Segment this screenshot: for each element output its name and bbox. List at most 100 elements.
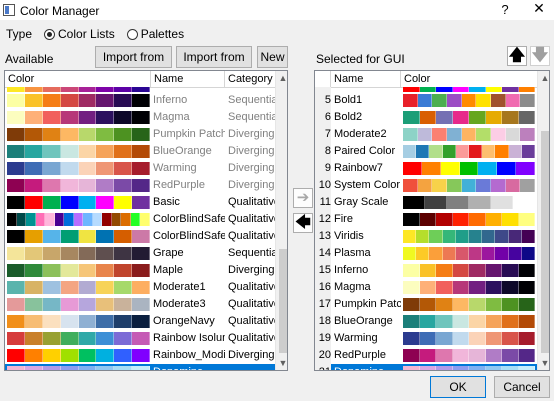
radio-unselected-icon[interactable] bbox=[126, 28, 138, 40]
selected-row[interactable]: 15 Inferno bbox=[315, 262, 537, 279]
color-swatch bbox=[518, 111, 535, 124]
color-swatch-strip bbox=[7, 298, 150, 311]
available-row[interactable]: Moderate3 Qualitative bbox=[5, 296, 275, 313]
color-swatch bbox=[114, 230, 133, 243]
selected-row[interactable]: 11 Gray Scale bbox=[315, 194, 537, 211]
available-row[interactable]: Warming Diverging bbox=[5, 160, 275, 177]
color-swatch bbox=[114, 349, 133, 362]
cancel-button[interactable]: Cancel bbox=[494, 376, 550, 398]
color-swatch bbox=[7, 213, 17, 226]
color-swatch bbox=[96, 264, 115, 277]
new-button[interactable]: New bbox=[257, 46, 288, 68]
column-header-name[interactable]: Name bbox=[151, 71, 225, 88]
selected-row[interactable]: 10System Color List bbox=[315, 177, 537, 194]
radio-color-lists-label[interactable]: Color Lists bbox=[58, 27, 115, 41]
available-row-category: Diverging bbox=[228, 162, 275, 174]
selected-scrollbar[interactable]: ▲ ▼ bbox=[537, 71, 549, 370]
add-to-selected-button[interactable]: ➔ bbox=[293, 188, 313, 208]
color-swatch bbox=[42, 145, 61, 158]
selected-row[interactable]: 12 Fire bbox=[315, 211, 537, 228]
color-swatch bbox=[419, 264, 436, 277]
available-row-name: BlueOrange bbox=[153, 145, 212, 157]
selected-row[interactable]: 19 Warming bbox=[315, 330, 537, 347]
available-list[interactable]: Color Name Category Inferno Sequential Mag… bbox=[4, 70, 288, 371]
radio-palettes-label[interactable]: Palettes bbox=[141, 27, 184, 41]
selected-row[interactable]: 9 Rainbow7 bbox=[315, 160, 537, 177]
scroll-thumb[interactable] bbox=[541, 131, 549, 353]
color-swatch bbox=[78, 145, 97, 158]
selected-row[interactable]: 18 BlueOrange bbox=[315, 313, 537, 330]
selected-row[interactable]: 21Dopamine bbox=[315, 364, 537, 370]
color-swatch bbox=[42, 264, 61, 277]
color-swatch bbox=[505, 179, 521, 192]
selected-row[interactable]: 13 Viridis bbox=[315, 228, 537, 245]
selected-header: Name Color bbox=[315, 71, 537, 88]
close-button[interactable]: ✕ bbox=[527, 0, 551, 18]
column-header-category[interactable]: Category bbox=[225, 71, 276, 88]
selected-row[interactable]: 20 RedPurple bbox=[315, 347, 537, 364]
color-swatch bbox=[78, 332, 97, 345]
available-row[interactable]: BlueOrange Diverging bbox=[5, 143, 275, 160]
help-button[interactable]: ? bbox=[495, 2, 515, 18]
color-swatch bbox=[60, 366, 79, 370]
scroll-down-icon[interactable]: ▼ bbox=[276, 356, 287, 370]
available-row[interactable]: Maple Diverging bbox=[5, 262, 275, 279]
selected-row[interactable]: 7 Moderate2 bbox=[315, 126, 537, 143]
column-header-color[interactable]: Color bbox=[401, 71, 537, 88]
available-row[interactable]: ColorBlindSafe15Qualitative bbox=[5, 211, 275, 228]
remove-from-selected-button[interactable]: 🡄 bbox=[293, 213, 313, 233]
available-row[interactable]: ColorBlindSafe8 Qualitative bbox=[5, 228, 275, 245]
color-swatch bbox=[96, 179, 115, 192]
available-row[interactable]: RedPurple Diverging bbox=[5, 177, 275, 194]
available-row[interactable]: Pumpkin Patch Diverging bbox=[5, 126, 275, 143]
radio-selected-icon[interactable] bbox=[44, 28, 56, 40]
color-swatch bbox=[96, 145, 115, 158]
color-swatch bbox=[7, 349, 25, 362]
color-swatch bbox=[482, 145, 496, 158]
import-from-web-button[interactable]: Import from Web bbox=[95, 46, 172, 84]
scroll-up-icon[interactable]: ▲ bbox=[538, 71, 549, 85]
color-swatch bbox=[60, 247, 79, 260]
color-swatch bbox=[518, 349, 535, 362]
selected-list[interactable]: Name Color 5 Bold1 6 Bold2 7 Moderate2 8 Paired… bbox=[314, 70, 550, 371]
color-swatch bbox=[114, 145, 133, 158]
radio-color-lists[interactable]: Color Lists bbox=[44, 27, 115, 41]
color-swatch bbox=[518, 213, 535, 226]
available-row[interactable]: Inferno Sequential bbox=[5, 92, 275, 109]
color-swatch bbox=[96, 196, 115, 209]
move-up-button[interactable]: 🡅 bbox=[507, 46, 527, 66]
available-row[interactable]: Rainbow Isolum Qualitative bbox=[5, 330, 275, 347]
available-scrollbar[interactable]: ▲ ▼ bbox=[275, 71, 287, 370]
color-swatch bbox=[114, 264, 133, 277]
color-swatch bbox=[132, 332, 150, 345]
scroll-down-icon[interactable]: ▼ bbox=[538, 356, 549, 370]
available-row[interactable]: Moderate1 Qualitative bbox=[5, 279, 275, 296]
column-header-color[interactable]: Color bbox=[5, 71, 151, 88]
available-row[interactable]: Dopamine bbox=[5, 364, 275, 370]
available-row[interactable]: OrangeNavy Qualitative bbox=[5, 313, 275, 330]
selected-row[interactable]: 16 Magma bbox=[315, 279, 537, 296]
scroll-up-icon[interactable]: ▲ bbox=[276, 71, 287, 85]
selected-row[interactable]: 17 Pumpkin Patch bbox=[315, 296, 537, 313]
radio-palettes[interactable]: Palettes bbox=[126, 27, 184, 41]
move-down-button[interactable]: 🡇 bbox=[530, 46, 550, 66]
selected-row[interactable]: 5 Bold1 bbox=[315, 92, 537, 109]
color-swatch bbox=[132, 128, 150, 141]
color-swatch bbox=[60, 230, 79, 243]
selected-row[interactable]: 14 Plasma bbox=[315, 245, 537, 262]
color-swatch bbox=[432, 179, 447, 192]
import-from-files-button[interactable]: Import from Files bbox=[176, 46, 252, 84]
selected-row[interactable]: 8 Paired Color bbox=[315, 143, 537, 160]
ok-button[interactable]: OK bbox=[430, 376, 486, 398]
column-header-name[interactable]: Name bbox=[331, 71, 401, 88]
available-row[interactable]: Magma Sequential bbox=[5, 109, 275, 126]
color-swatch bbox=[490, 94, 506, 107]
available-row[interactable]: Rainbow_ModifiedDiverging bbox=[5, 347, 275, 364]
available-row[interactable]: Grape Sequential bbox=[5, 245, 275, 262]
scroll-thumb[interactable] bbox=[279, 249, 287, 353]
selected-row[interactable]: 6 Bold2 bbox=[315, 109, 537, 126]
available-row[interactable]: Basic Qualitative bbox=[5, 194, 275, 211]
color-swatch bbox=[403, 111, 420, 124]
color-swatch-strip bbox=[403, 145, 535, 158]
color-swatch bbox=[42, 332, 61, 345]
